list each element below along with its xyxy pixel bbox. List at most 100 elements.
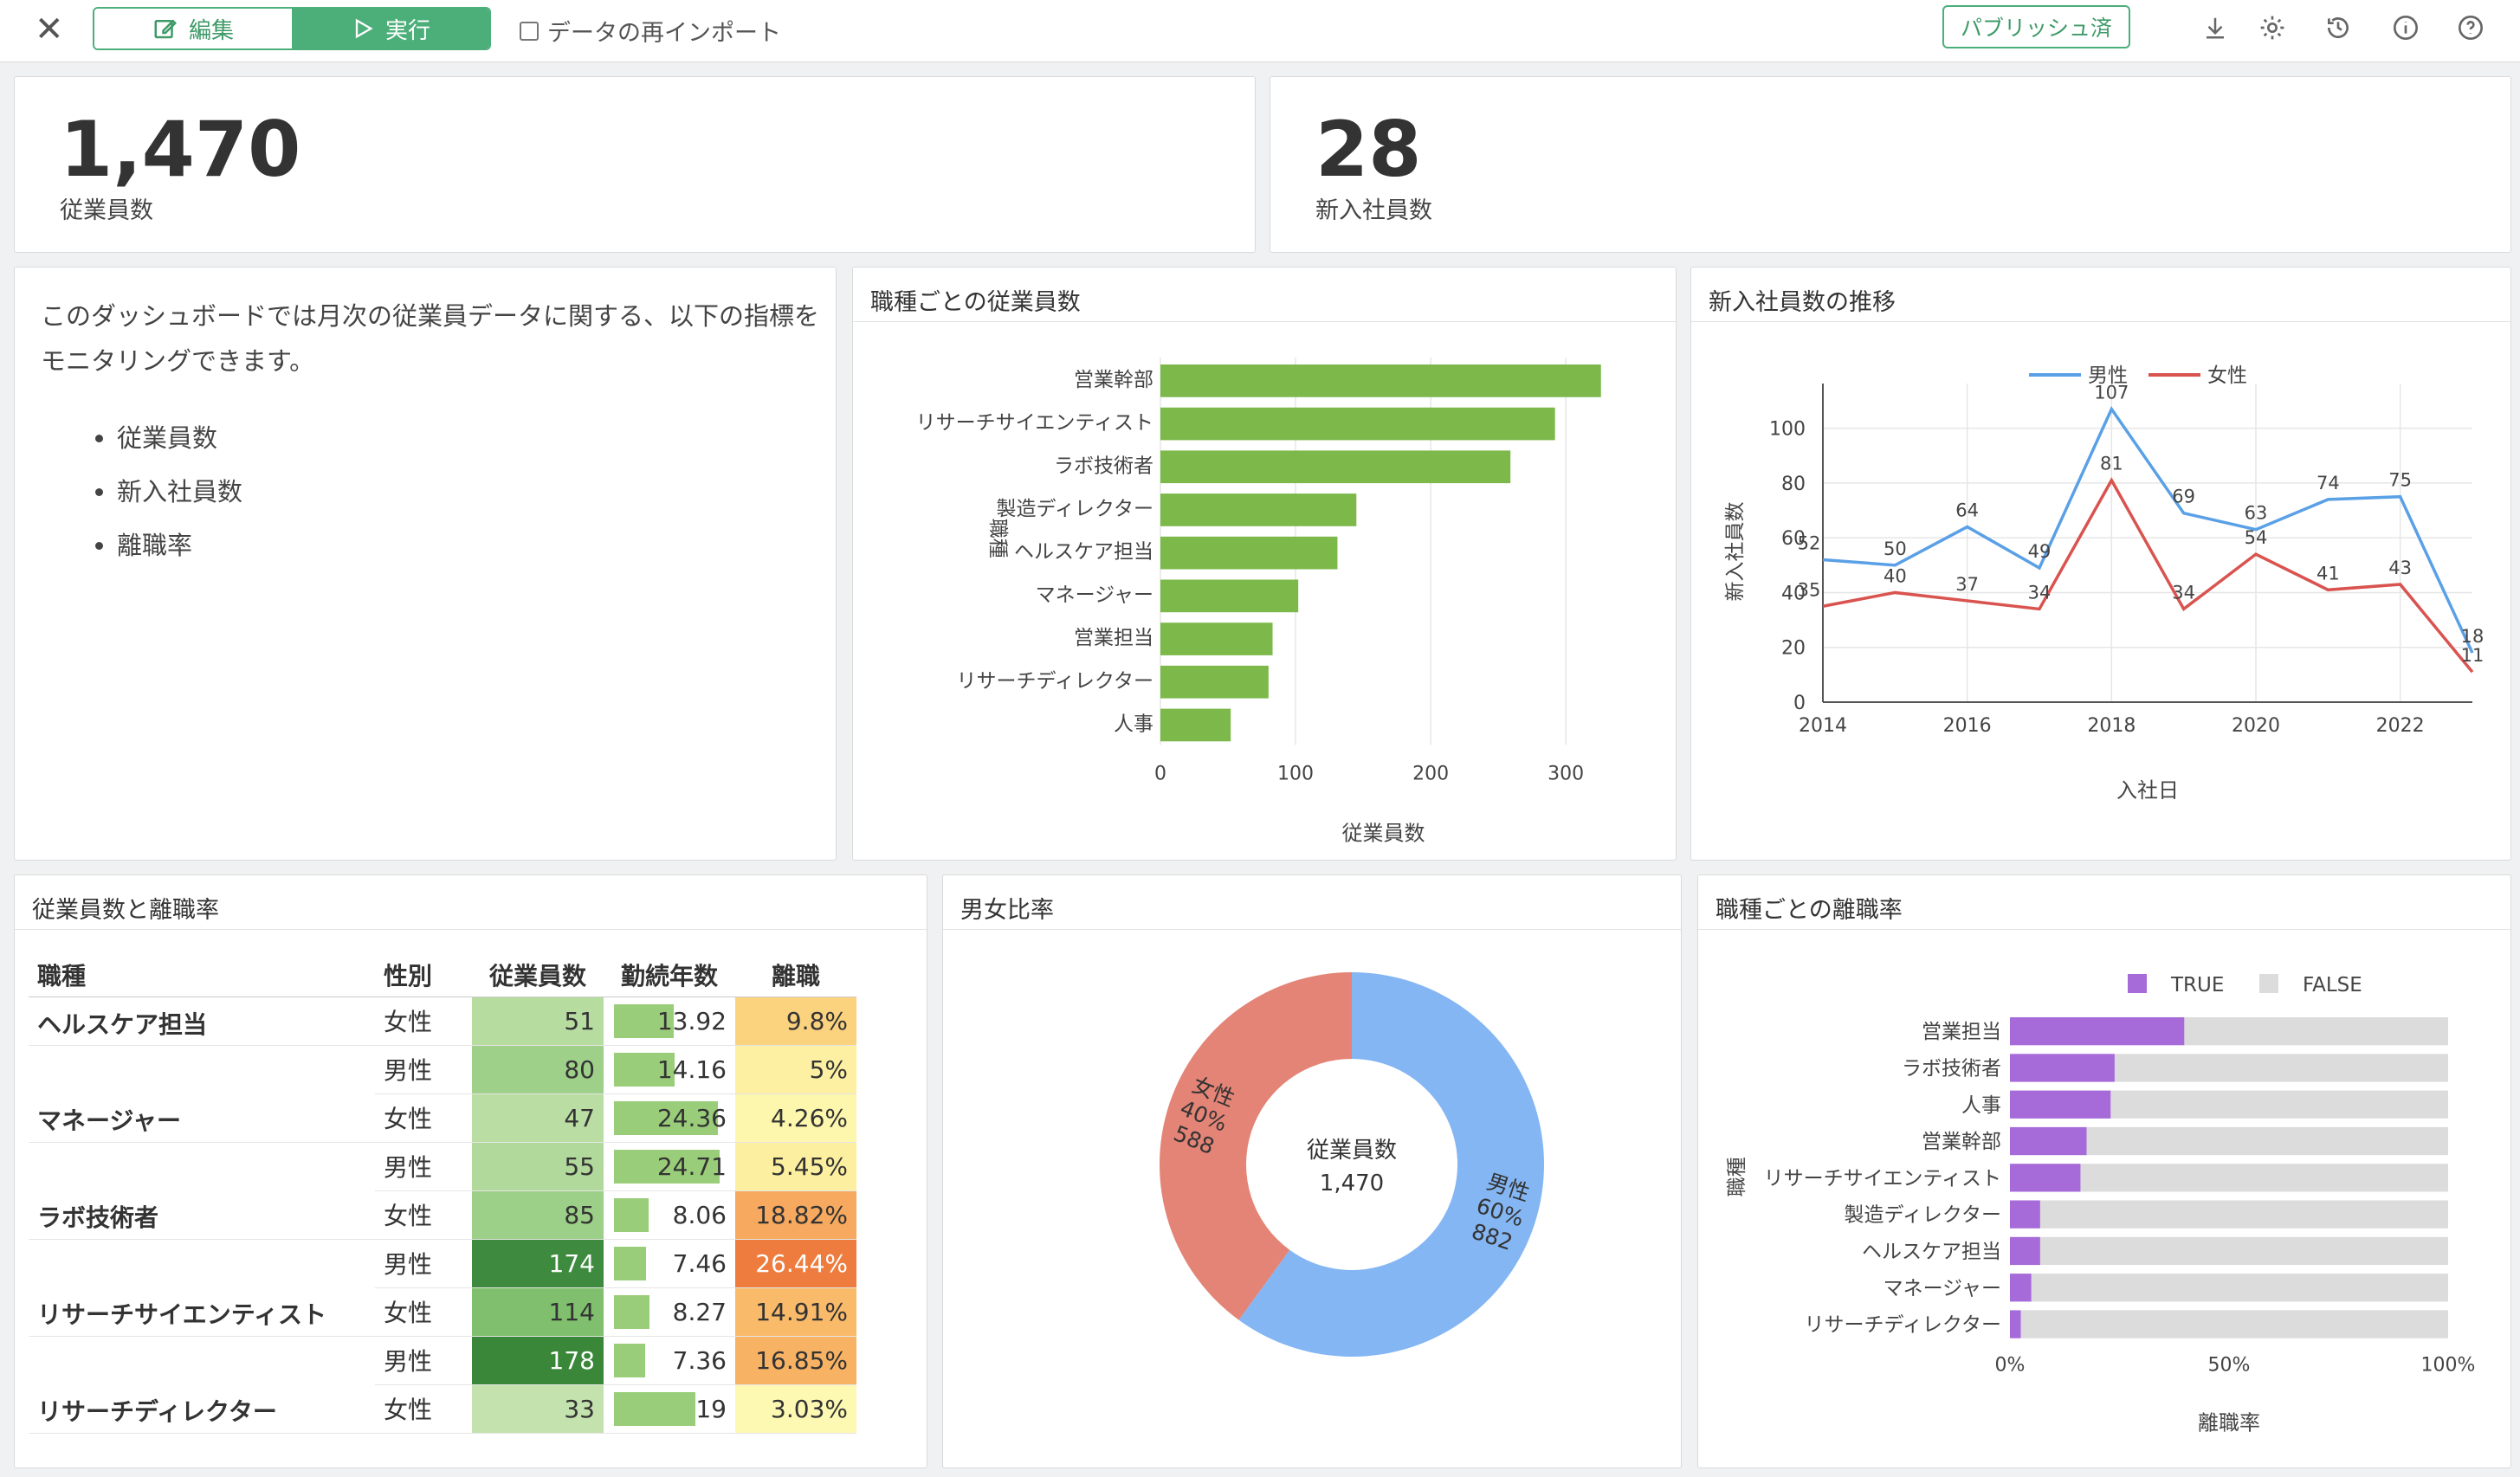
category-label: ヘルスケア担当 xyxy=(1862,1241,2001,1263)
history-icon[interactable] xyxy=(2323,12,2354,43)
data-label: 34 xyxy=(2172,582,2195,603)
category-label: マネージャー xyxy=(1036,584,1153,606)
panel-title: 職種ごとの従業員数 xyxy=(870,289,1081,316)
table-header-row: 職種 性別 従業員数 勤続年数 離職 xyxy=(29,953,856,997)
data-label: 40 xyxy=(1884,565,1907,586)
close-icon[interactable]: ✕ xyxy=(35,12,64,47)
category-label: 営業幹部 xyxy=(1074,369,1153,391)
bar-segment xyxy=(2010,1236,2040,1266)
tenure-cell: 19 xyxy=(604,1384,735,1434)
kpi-label: 新入社員数 xyxy=(1315,197,1432,224)
table-row: リサーチディレクター 女性 33 19 3.03% xyxy=(29,1384,856,1434)
help-icon[interactable] xyxy=(2455,12,2486,43)
data-label: 37 xyxy=(1955,574,1979,595)
info-icon[interactable] xyxy=(2390,12,2421,43)
table-row: ラボ技術者 女性 85 8.06 18.82% xyxy=(29,1190,856,1240)
list-item: 離職率 xyxy=(117,519,820,572)
column-header[interactable]: 勤続年数 xyxy=(604,953,735,997)
center-label: 従業員数 xyxy=(1307,1138,1397,1164)
rate-cell: 4.26% xyxy=(735,1093,856,1143)
edit-button[interactable]: 編集 xyxy=(94,9,292,48)
gender-cell: 男性 xyxy=(375,1142,472,1191)
bar-segment xyxy=(2110,1090,2448,1119)
bar xyxy=(1160,407,1555,441)
series-line xyxy=(1822,405,2474,654)
data-label: 69 xyxy=(2172,487,2195,507)
reimport-label: データの再インポート xyxy=(547,20,781,47)
edit-label: 編集 xyxy=(188,17,234,44)
top-toolbar: ✕ 編集 実行 データの再インポート パブリッシュ済 xyxy=(0,0,2520,62)
y-tick-label: 20 xyxy=(1781,638,1806,660)
column-header[interactable]: 従業員数 xyxy=(472,953,604,997)
download-icon[interactable] xyxy=(2200,12,2231,43)
bar-segment xyxy=(2086,1126,2448,1156)
center-value: 1,470 xyxy=(1320,1171,1384,1196)
tenure-cell: 14.16 xyxy=(604,1045,735,1094)
bar xyxy=(1160,450,1511,484)
column-header[interactable]: 性別 xyxy=(375,953,472,997)
attrition-table: 職種 性別 従業員数 勤続年数 離職 ヘルスケア担当 女性 51 13.92 9.8% 男… xyxy=(29,953,856,1434)
kpi-card-employees: 1,470 従業員数 xyxy=(14,76,1256,253)
mode-switch: 編集 実行 xyxy=(93,7,491,50)
table-row: ヘルスケア担当 女性 51 13.92 9.8% xyxy=(29,996,856,1046)
bar-segment xyxy=(2010,1274,2032,1302)
gender-cell: 女性 xyxy=(375,996,472,1046)
bar-segment xyxy=(2184,1017,2448,1046)
job-cell xyxy=(29,1142,375,1190)
bar xyxy=(1160,708,1231,742)
run-button[interactable]: 実行 xyxy=(292,9,489,48)
data-label: 52 xyxy=(1798,532,1821,553)
x-tick-label: 2018 xyxy=(2087,715,2136,737)
y-axis-label: 新入社員数 xyxy=(1724,502,1747,602)
bar-segment xyxy=(2010,1017,2185,1046)
tenure-value: 8.06 xyxy=(672,1200,727,1229)
y-tick-label: 80 xyxy=(1781,474,1806,495)
legend-label: 女性 xyxy=(2207,364,2247,387)
reimport-checkbox[interactable] xyxy=(520,21,539,41)
rate-cell: 16.85% xyxy=(735,1336,856,1385)
gender-cell: 女性 xyxy=(375,1384,472,1434)
count-cell: 47 xyxy=(472,1093,604,1143)
bar-segment xyxy=(2020,1310,2448,1338)
tenure-bar xyxy=(614,1391,695,1426)
gear-icon[interactable] xyxy=(2257,12,2288,43)
data-label: 81 xyxy=(2100,454,2123,474)
rate-cell: 5% xyxy=(735,1045,856,1094)
category-label: リサーチサイエンティスト xyxy=(1764,1167,2001,1190)
panel-title: 従業員数と離職率 xyxy=(32,897,219,924)
column-header[interactable]: 離職 xyxy=(735,953,856,997)
gender-chart-panel: 男女比率 男性 60% 882 女性 40% 588 従業員数 1,470 xyxy=(942,874,1682,1468)
data-label: 35 xyxy=(1798,579,1821,600)
publish-button[interactable]: パブリッシュ済 xyxy=(1942,5,2130,48)
tenure-cell: 8.27 xyxy=(604,1287,735,1337)
tenure-bar xyxy=(614,1246,646,1280)
column-header[interactable]: 職種 xyxy=(29,953,375,997)
y-tick-label: 100 xyxy=(1769,419,1806,441)
tick-label: 0 xyxy=(1154,763,1166,784)
bar-segment xyxy=(2039,1236,2448,1266)
count-cell: 55 xyxy=(472,1142,604,1191)
data-label: 75 xyxy=(2388,470,2412,491)
count-cell: 114 xyxy=(472,1287,604,1337)
legend-swatch xyxy=(2128,974,2147,993)
tenure-bar xyxy=(614,1197,649,1232)
bar xyxy=(1160,493,1357,526)
tenure-value: 7.36 xyxy=(672,1345,727,1375)
tick-label: 100 xyxy=(1277,763,1314,784)
data-label: 107 xyxy=(2094,382,2129,403)
list-item: 新入社員数 xyxy=(117,465,820,519)
category-label: リサーチディレクター xyxy=(1805,1314,2001,1337)
x-tick-label: 2014 xyxy=(1799,715,1847,737)
data-label: 63 xyxy=(2245,503,2268,524)
table-row: 男性 55 24.71 5.45% xyxy=(29,1142,856,1191)
bar xyxy=(1160,579,1299,613)
tick-label: 200 xyxy=(1412,763,1449,784)
category-label: マネージャー xyxy=(1884,1277,2001,1300)
tenure-cell: 7.46 xyxy=(604,1239,735,1288)
bar xyxy=(1160,622,1273,655)
data-label: 34 xyxy=(2028,582,2052,603)
reimport-option[interactable]: データの再インポート xyxy=(520,14,781,48)
attrition-stacked-chart: TRUE FALSE 営業担当ラボ技術者人事営業幹部リサーチサイエンティスト製造ディ… xyxy=(1726,974,2475,1435)
rate-cell: 3.03% xyxy=(735,1384,856,1434)
data-label: 74 xyxy=(2316,473,2340,493)
